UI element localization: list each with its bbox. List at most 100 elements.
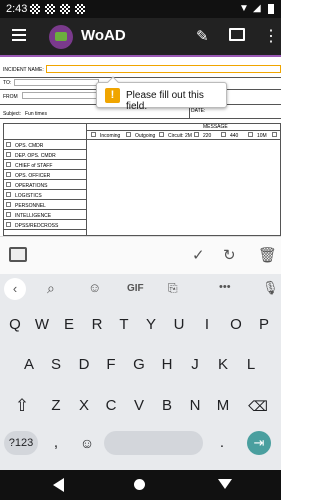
key-comma[interactable]: , bbox=[48, 431, 64, 455]
440-label: 440 bbox=[230, 133, 239, 139]
backspace-icon[interactable]: ⌫ bbox=[247, 394, 269, 418]
validation-tooltip: ! Please fill out this field. bbox=[96, 76, 227, 112]
position-checkbox[interactable] bbox=[6, 182, 11, 187]
key-q[interactable]: Q bbox=[6, 313, 24, 337]
key-l[interactable]: L bbox=[242, 353, 260, 377]
position-checkbox[interactable] bbox=[6, 142, 11, 147]
check-icon[interactable]: ✓ bbox=[192, 246, 205, 264]
position-checkbox[interactable] bbox=[6, 212, 11, 217]
hide-keyboard-icon[interactable] bbox=[218, 479, 232, 489]
sticker-icon[interactable]: ☺ bbox=[88, 280, 101, 295]
from-label: FROM bbox=[3, 94, 18, 100]
position-label: INTELLIGENCE bbox=[15, 213, 52, 219]
translate-icon[interactable]: ⎘ bbox=[168, 281, 178, 296]
key-r[interactable]: R bbox=[88, 313, 106, 337]
incident-name-field[interactable] bbox=[46, 65, 281, 73]
divider bbox=[0, 118, 281, 119]
key-z[interactable]: Z bbox=[47, 394, 65, 418]
home-icon[interactable] bbox=[134, 479, 145, 490]
edit-icon[interactable]: ✎ bbox=[196, 27, 209, 45]
enter-icon[interactable]: ⇥ bbox=[247, 431, 271, 455]
key-f[interactable]: F bbox=[102, 353, 120, 377]
position-checkbox[interactable] bbox=[6, 162, 11, 167]
position-label: OPS. CMDR bbox=[15, 143, 44, 149]
shift-icon[interactable]: ⇧ bbox=[13, 394, 31, 418]
key-v[interactable]: V bbox=[130, 394, 148, 418]
position-checkbox[interactable] bbox=[6, 192, 11, 197]
key-d[interactable]: D bbox=[75, 353, 93, 377]
key-b[interactable]: B bbox=[158, 394, 176, 418]
more-options-icon[interactable]: ••• bbox=[219, 281, 231, 293]
emoji-icon[interactable]: ☺ bbox=[78, 431, 96, 455]
divider bbox=[3, 199, 86, 200]
from-field[interactable] bbox=[22, 92, 99, 99]
key-j[interactable]: J bbox=[186, 353, 204, 377]
menu-icon[interactable] bbox=[12, 29, 26, 43]
microphone-icon[interactable]: 🎙 bbox=[262, 280, 279, 296]
symbols-key[interactable]: ?123 bbox=[4, 431, 38, 455]
incoming-checkbox[interactable] bbox=[91, 132, 96, 137]
position-checkbox[interactable] bbox=[6, 172, 11, 177]
position-label: LOGISTICS bbox=[15, 193, 42, 199]
divider bbox=[3, 219, 86, 220]
divider bbox=[3, 169, 86, 170]
key-e[interactable]: E bbox=[60, 313, 78, 337]
keyboard-toggle-icon[interactable] bbox=[229, 28, 245, 41]
outgoing-label: Outgoing bbox=[135, 133, 156, 139]
subject-label: Subject: bbox=[3, 111, 22, 117]
circuit-2m-checkbox[interactable] bbox=[159, 132, 164, 137]
key-c[interactable]: C bbox=[102, 394, 120, 418]
position-checkbox[interactable] bbox=[6, 152, 11, 157]
key-p[interactable]: P bbox=[255, 313, 273, 337]
gif-icon[interactable]: GIF bbox=[127, 283, 144, 294]
key-s[interactable]: S bbox=[47, 353, 65, 377]
key-m[interactable]: M bbox=[214, 394, 232, 418]
subject-field[interactable]: Fun times bbox=[25, 111, 47, 117]
10m-label: 10M bbox=[257, 133, 267, 139]
divider bbox=[0, 77, 281, 78]
overflow-menu-icon[interactable]: ⋮ bbox=[263, 26, 279, 46]
position-checkbox[interactable] bbox=[6, 202, 11, 207]
key-period[interactable]: . bbox=[214, 431, 230, 455]
outgoing-checkbox[interactable] bbox=[126, 132, 131, 137]
soft-keyboard: ‹ ⌕ ☺ GIF ⎘ ••• 🎙 Q W E R T Y U I O P A … bbox=[0, 274, 281, 470]
warning-icon: ! bbox=[105, 88, 120, 103]
notification-icon bbox=[60, 4, 70, 14]
delete-icon[interactable]: 🗑 bbox=[258, 246, 277, 264]
tooltip-message: Please fill out this field. bbox=[126, 90, 204, 112]
220-checkbox[interactable] bbox=[194, 132, 199, 137]
key-u[interactable]: U bbox=[170, 313, 188, 337]
key-i[interactable]: I bbox=[198, 313, 216, 337]
extra-checkbox[interactable] bbox=[272, 132, 277, 137]
undo-icon[interactable]: ↻ bbox=[223, 246, 236, 264]
circuit-2m-label: Circuit: 2M bbox=[168, 133, 192, 139]
divider bbox=[3, 189, 86, 190]
signal-icon: ◢ bbox=[253, 3, 261, 14]
divider bbox=[3, 159, 86, 160]
key-x[interactable]: X bbox=[75, 394, 93, 418]
key-h[interactable]: H bbox=[158, 353, 176, 377]
chevron-left-icon[interactable]: ‹ bbox=[4, 278, 26, 300]
space-bar[interactable] bbox=[104, 431, 203, 455]
key-g[interactable]: G bbox=[130, 353, 148, 377]
key-a[interactable]: A bbox=[20, 353, 38, 377]
search-icon[interactable]: ⌕ bbox=[47, 280, 55, 297]
position-checkbox[interactable] bbox=[6, 222, 11, 227]
key-t[interactable]: T bbox=[115, 313, 133, 337]
back-icon[interactable] bbox=[53, 478, 64, 492]
440-checkbox[interactable] bbox=[221, 132, 226, 137]
to-field[interactable] bbox=[14, 79, 99, 86]
10m-checkbox[interactable] bbox=[248, 132, 253, 137]
key-w[interactable]: W bbox=[33, 313, 51, 337]
position-label: DEP. OPS. CMDR bbox=[15, 153, 56, 159]
battery-icon bbox=[268, 4, 274, 14]
key-n[interactable]: N bbox=[186, 394, 204, 418]
key-k[interactable]: K bbox=[214, 353, 232, 377]
key-y[interactable]: Y bbox=[142, 313, 160, 337]
keyboard-layout-icon[interactable] bbox=[9, 247, 27, 262]
position-label: PERSONNEL bbox=[15, 203, 46, 209]
divider bbox=[3, 179, 86, 180]
divider bbox=[3, 229, 86, 230]
key-o[interactable]: O bbox=[227, 313, 245, 337]
app-bar: WoAD ✎ ⋮ bbox=[0, 18, 281, 55]
